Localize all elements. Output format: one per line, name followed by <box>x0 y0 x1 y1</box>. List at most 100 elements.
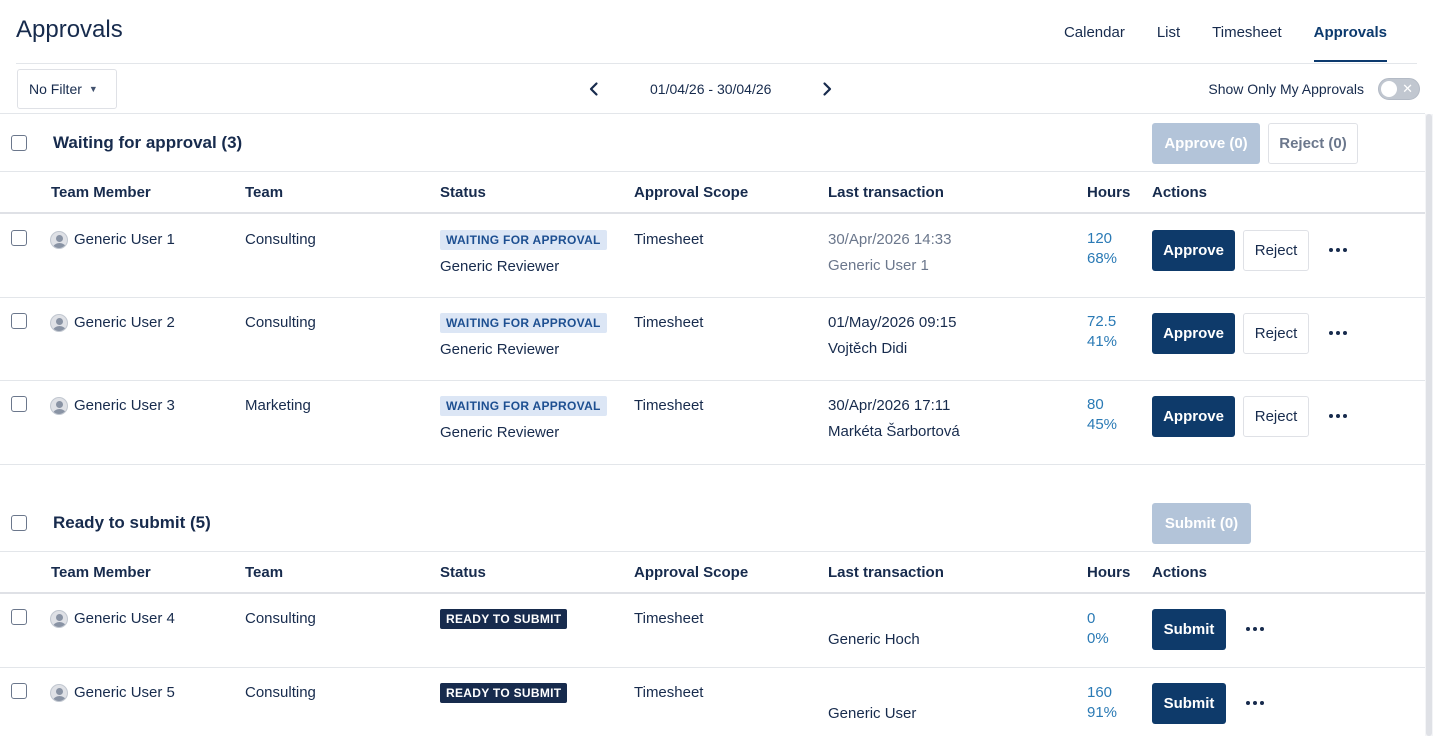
avatar <box>50 684 68 702</box>
hours-value[interactable]: 0 0% <box>1087 609 1109 649</box>
waiting-section-header: Waiting for approval (3) Approve (0) Rej… <box>0 114 1426 172</box>
page-title: Approvals <box>16 16 123 43</box>
toolbar: No Filter ▼ 01/04/26 - 30/04/26 Show Onl… <box>0 64 1433 114</box>
col-team-member[interactable]: Team Member <box>51 564 151 581</box>
my-approvals-toggle-wrap: Show Only My Approvals ✕ <box>1208 78 1420 100</box>
vertical-scrollbar[interactable] <box>1425 114 1433 736</box>
hours: 0 <box>1087 610 1096 627</box>
select-all-ready-checkbox[interactable] <box>11 515 27 531</box>
hours-value[interactable]: 120 68% <box>1087 229 1117 269</box>
select-all-waiting-checkbox[interactable] <box>11 135 27 151</box>
col-actions: Actions <box>1152 564 1208 581</box>
transaction-user: Markéta Šarbortová <box>828 423 960 440</box>
table-row: Generic User 5 Consulting READY TO SUBMI… <box>0 668 1426 736</box>
col-approval-scope[interactable]: Approval Scope <box>634 564 748 581</box>
col-hours[interactable]: Hours <box>1087 184 1130 201</box>
approval-scope: Timesheet <box>634 610 704 627</box>
approve-selected-button[interactable]: Approve (0) <box>1152 123 1260 164</box>
chevron-left-icon <box>589 82 598 96</box>
tab-calendar[interactable]: Calendar <box>1048 0 1141 64</box>
table-header: Team Member Team Status Approval Scope L… <box>0 172 1426 214</box>
col-actions: Actions <box>1152 184 1208 201</box>
avatar <box>50 397 68 415</box>
reviewer: Generic Reviewer <box>440 258 560 275</box>
hours-percent: 45% <box>1087 416 1118 433</box>
reject-button[interactable]: Reject <box>1243 313 1309 354</box>
hours: 72.5 <box>1087 313 1117 330</box>
submit-button[interactable]: Submit <box>1152 683 1226 724</box>
avatar <box>50 231 68 249</box>
col-team[interactable]: Team <box>245 184 283 201</box>
scrollbar-thumb[interactable] <box>1426 114 1432 736</box>
filter-label: No Filter <box>29 81 82 97</box>
show-only-my-approvals-toggle[interactable]: ✕ <box>1378 78 1420 100</box>
status-badge: WAITING FOR APPROVAL <box>440 396 607 416</box>
reject-button[interactable]: Reject <box>1243 230 1309 271</box>
hours-percent: 41% <box>1087 333 1118 350</box>
col-team[interactable]: Team <box>245 564 283 581</box>
hours-value[interactable]: 72.5 41% <box>1087 312 1117 352</box>
approval-scope: Timesheet <box>634 314 704 331</box>
col-approval-scope[interactable]: Approval Scope <box>634 184 748 201</box>
tab-timesheet[interactable]: Timesheet <box>1196 0 1297 64</box>
approval-scope: Timesheet <box>634 684 704 701</box>
hours-value[interactable]: 80 45% <box>1087 395 1117 435</box>
previous-period-button[interactable] <box>580 69 608 109</box>
more-actions-icon[interactable] <box>1324 236 1352 264</box>
team: Consulting <box>245 314 316 331</box>
submit-button[interactable]: Submit <box>1152 609 1226 650</box>
table-row: Generic User 4 Consulting READY TO SUBMI… <box>0 594 1426 668</box>
team-member[interactable]: Generic User 4 <box>74 610 175 627</box>
status-badge: READY TO SUBMIT <box>440 683 568 703</box>
filter-dropdown[interactable]: No Filter ▼ <box>17 69 117 109</box>
avatar <box>50 610 68 628</box>
status-badge: READY TO SUBMIT <box>440 609 568 629</box>
close-icon: ✕ <box>1402 81 1413 96</box>
transaction-date: 30/Apr/2026 14:33 <box>828 231 952 248</box>
transaction-user: Generic Hoch <box>828 631 920 648</box>
team: Consulting <box>245 610 316 627</box>
transaction-date: 01/May/2026 09:15 <box>828 314 957 331</box>
status-badge: WAITING FOR APPROVAL <box>440 313 607 333</box>
col-team-member[interactable]: Team Member <box>51 184 151 201</box>
tab-approvals[interactable]: Approvals <box>1298 0 1403 64</box>
hours: 120 <box>1087 230 1113 247</box>
table-header: Team Member Team Status Approval Scope L… <box>0 552 1426 594</box>
row-checkbox[interactable] <box>11 609 27 625</box>
row-checkbox[interactable] <box>11 396 27 412</box>
team: Consulting <box>245 684 316 701</box>
reject-selected-button[interactable]: Reject (0) <box>1268 123 1358 164</box>
team-member[interactable]: Generic User 3 <box>74 397 175 414</box>
row-checkbox[interactable] <box>11 313 27 329</box>
hours-percent: 68% <box>1087 250 1118 267</box>
team-member[interactable]: Generic User 2 <box>74 314 175 331</box>
more-actions-icon[interactable] <box>1241 615 1269 643</box>
approve-button[interactable]: Approve <box>1152 230 1235 271</box>
team: Consulting <box>245 231 316 248</box>
approval-scope: Timesheet <box>634 397 704 414</box>
team-member[interactable]: Generic User 5 <box>74 684 175 701</box>
row-checkbox[interactable] <box>11 230 27 246</box>
row-checkbox[interactable] <box>11 683 27 699</box>
more-actions-icon[interactable] <box>1324 319 1352 347</box>
approve-button[interactable]: Approve <box>1152 396 1235 437</box>
next-period-button[interactable] <box>813 69 841 109</box>
col-last-transaction[interactable]: Last transaction <box>828 184 944 201</box>
more-actions-icon[interactable] <box>1241 689 1269 717</box>
col-status[interactable]: Status <box>440 564 486 581</box>
reject-button[interactable]: Reject <box>1243 396 1309 437</box>
col-hours[interactable]: Hours <box>1087 564 1130 581</box>
tab-list[interactable]: List <box>1141 0 1196 64</box>
hours-value[interactable]: 160 91% <box>1087 683 1117 723</box>
caret-down-icon: ▼ <box>88 84 98 94</box>
more-actions-icon[interactable] <box>1324 402 1352 430</box>
top-nav: Calendar List Timesheet Approvals <box>1048 0 1403 64</box>
col-status[interactable]: Status <box>440 184 486 201</box>
ready-section-header: Ready to submit (5) Submit (0) <box>0 494 1426 552</box>
team-member[interactable]: Generic User 1 <box>74 231 175 248</box>
avatar <box>50 314 68 332</box>
approve-button[interactable]: Approve <box>1152 313 1235 354</box>
transaction-user: Generic User <box>828 705 917 722</box>
col-last-transaction[interactable]: Last transaction <box>828 564 944 581</box>
submit-selected-button[interactable]: Submit (0) <box>1152 503 1251 544</box>
